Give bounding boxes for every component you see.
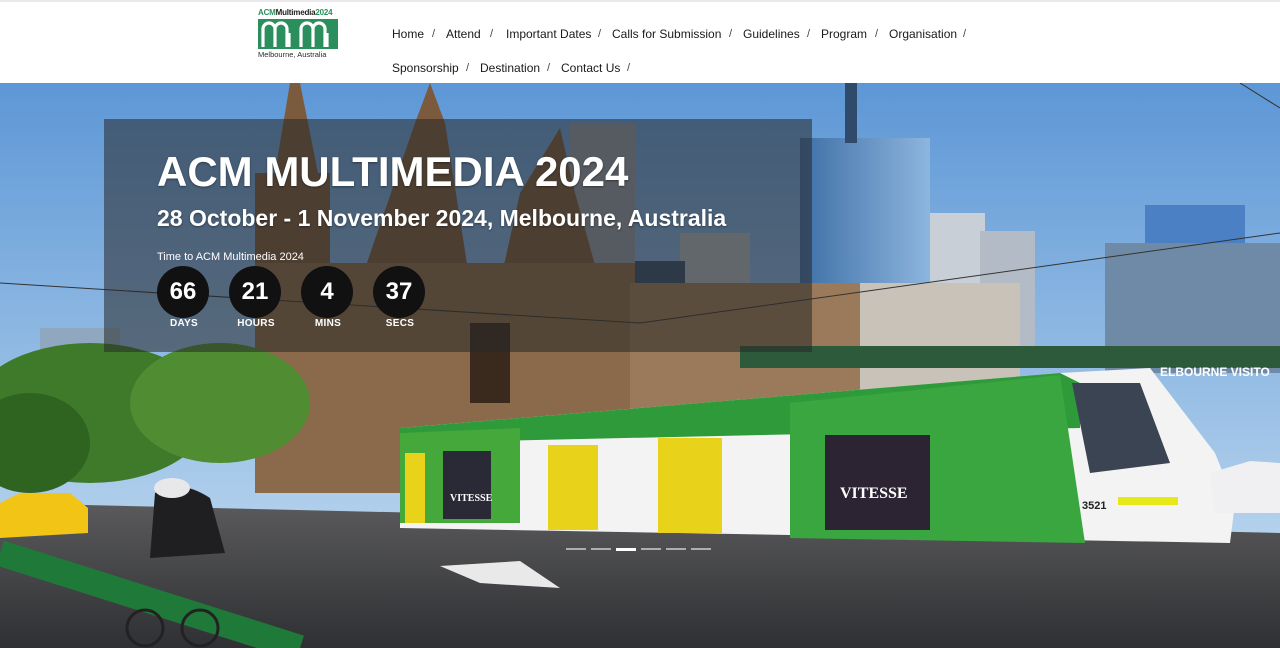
hero-banner: 3521 VITESSE VITESSE ELBOURNE VISITO ACM…	[0, 83, 1280, 648]
countdown-hours-unit: HOURS	[237, 318, 275, 329]
station-sign: ELBOURNE VISITO	[1160, 365, 1270, 379]
countdown-mins-unit: MINS	[314, 318, 342, 329]
carousel-dot-3[interactable]	[616, 548, 636, 551]
logo-mm-icon	[258, 19, 338, 49]
nav-separator: /	[547, 62, 551, 74]
nav-calls-for-submission[interactable]: Calls for Submission	[612, 27, 721, 41]
tram-advert-small: VITESSE	[450, 493, 493, 504]
nav-separator: /	[875, 28, 879, 40]
countdown-days-value: 66	[157, 266, 209, 318]
nav-important-dates[interactable]: Important Dates	[506, 27, 591, 41]
nav-separator: /	[490, 28, 494, 40]
hero-title: ACM MULTIMEDIA 2024	[157, 148, 629, 195]
countdown-mins-value: 4	[301, 266, 353, 318]
nav-separator: /	[466, 62, 470, 74]
nav-separator: /	[432, 28, 436, 40]
nav-organisation[interactable]: Organisation	[889, 27, 957, 41]
carousel-dot-1[interactable]	[566, 548, 586, 550]
countdown-mins: 4 MINS	[301, 266, 355, 329]
countdown-days: 66 DAYS	[157, 266, 211, 329]
carousel-dot-2[interactable]	[591, 548, 611, 550]
nav-contact-us[interactable]: Contact Us	[561, 61, 620, 75]
nav-destination[interactable]: Destination	[480, 61, 540, 75]
nav-separator: /	[729, 28, 733, 40]
site-header: ACMMultimedia2024 Melbourne, Australia H…	[0, 0, 1280, 83]
countdown-hours: 21 HOURS	[229, 266, 283, 329]
nav-separator: /	[807, 28, 811, 40]
nav-attend[interactable]: Attend	[446, 27, 481, 41]
nav-guidelines[interactable]: Guidelines	[743, 27, 800, 41]
nav-separator: /	[963, 28, 967, 40]
nav-home[interactable]: Home	[392, 27, 424, 41]
carousel-dot-6[interactable]	[691, 548, 711, 550]
carousel-dot-5[interactable]	[666, 548, 686, 550]
tram-advert: VITESSE	[840, 485, 908, 502]
tram-number: 3521	[1082, 500, 1106, 512]
nav-separator: /	[598, 28, 602, 40]
site-logo[interactable]: ACMMultimedia2024 Melbourne, Australia	[258, 8, 340, 60]
nav-program[interactable]: Program	[821, 27, 867, 41]
countdown-label: Time to ACM Multimedia 2024	[157, 251, 304, 263]
countdown-days-unit: DAYS	[169, 318, 199, 329]
countdown-hours-value: 21	[229, 266, 281, 318]
nav-separator: /	[627, 62, 631, 74]
countdown-secs-unit: SECS	[385, 318, 415, 329]
nav-sponsorship[interactable]: Sponsorship	[392, 61, 459, 75]
carousel-dot-4[interactable]	[641, 548, 661, 550]
hero-dates-location: 28 October - 1 November 2024, Melbourne,…	[157, 205, 727, 231]
countdown-secs: 37 SECS	[373, 266, 427, 329]
logo-wordmark: ACMMultimedia2024	[258, 8, 333, 17]
logo-location: Melbourne, Australia	[258, 50, 327, 59]
countdown-secs-value: 37	[373, 266, 425, 318]
